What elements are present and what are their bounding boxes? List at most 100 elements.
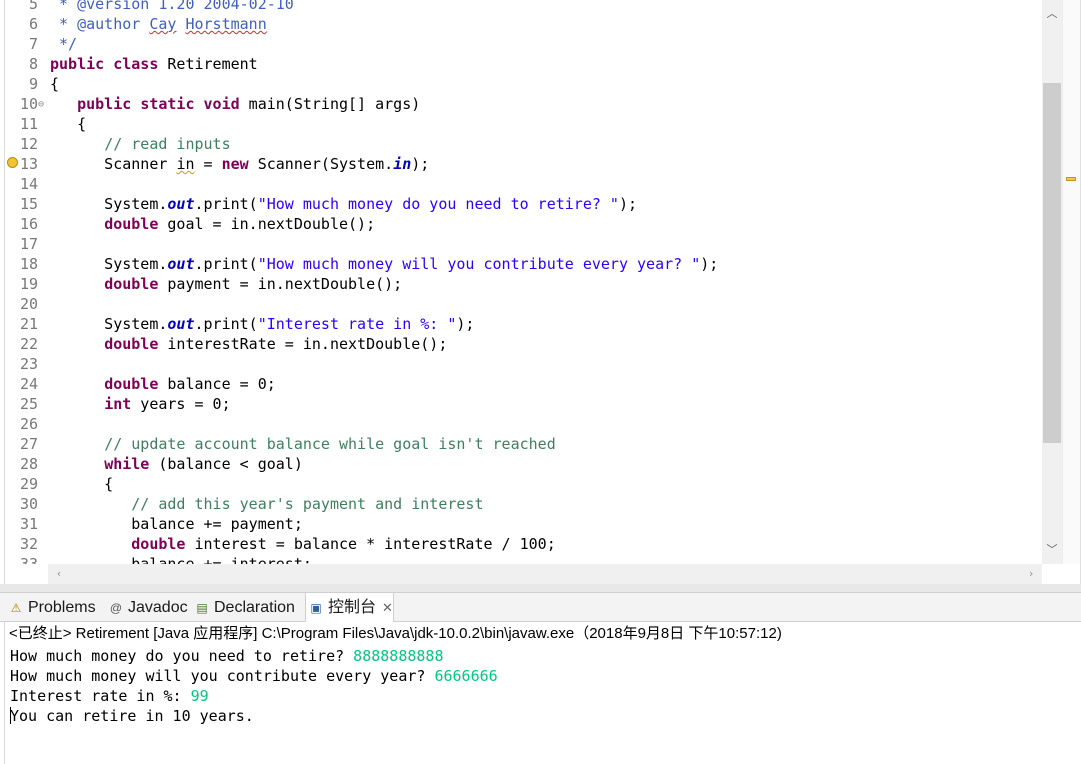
code-line[interactable]: 27 // update account balance while goal … xyxy=(0,434,1040,454)
code-token: in xyxy=(176,155,195,173)
line-number: 16 xyxy=(19,215,38,233)
line-number: 6 xyxy=(28,15,38,33)
code-line[interactable]: 17 xyxy=(0,234,1040,254)
code-token: double xyxy=(131,535,186,553)
tab-problems[interactable]: ⚠ Problems xyxy=(6,593,96,622)
scroll-right-icon[interactable]: › xyxy=(1022,564,1040,584)
code-text: public class Retirement xyxy=(50,54,258,74)
code-line[interactable]: 23 xyxy=(0,354,1040,374)
code-token: static xyxy=(140,95,195,113)
console-border xyxy=(4,622,5,764)
code-editor[interactable]: 5 * @version 1.20 2004-02-10 6 * @author … xyxy=(0,0,1081,584)
code-token: goal = in.nextDouble(); xyxy=(158,215,376,233)
code-line[interactable]: 16 double goal = in.nextDouble(); xyxy=(0,214,1040,234)
code-text: balance += interest; xyxy=(50,554,312,564)
code-line[interactable]: 26 xyxy=(0,414,1040,434)
code-token: payment = in.nextDouble(); xyxy=(158,275,403,293)
code-line[interactable]: 31 balance += payment; xyxy=(0,514,1040,534)
code-line[interactable]: 21 System.out.print("Interest rate in %:… xyxy=(0,314,1040,334)
line-number: 25 xyxy=(19,395,38,413)
warning-marker[interactable] xyxy=(1066,177,1076,181)
code-line[interactable]: 6 * @author Cay Horstmann xyxy=(0,14,1040,34)
code-token: * @version 1.20 2004-02-10 xyxy=(50,0,294,13)
fold-collapse-icon[interactable]: ⊖ xyxy=(38,95,44,115)
code-token: (balance < goal) xyxy=(149,455,303,473)
vertical-scrollbar[interactable]: ︿ ﹀ xyxy=(1042,0,1062,564)
code-token: balance += payment; xyxy=(50,515,303,533)
warning-lightbulb-icon[interactable] xyxy=(7,157,18,168)
code-token: .print( xyxy=(194,315,258,333)
code-text: int years = 0; xyxy=(50,394,230,414)
code-token: "How much money do you need to retire? " xyxy=(257,195,619,213)
code-line[interactable]: 15 System.out.print("How much money do y… xyxy=(0,194,1040,214)
console-view[interactable]: <已终止> Retirement [Java 应用程序] C:\Program … xyxy=(0,622,1081,764)
code-text: Scanner in = new Scanner(System.in); xyxy=(50,154,429,174)
code-line[interactable]: 7 */ xyxy=(0,34,1040,54)
close-icon[interactable]: ✕ xyxy=(382,593,393,622)
code-line[interactable]: 8 public class Retirement xyxy=(0,54,1040,74)
code-line[interactable]: 29 { xyxy=(0,474,1040,494)
code-line[interactable]: 13 Scanner in = new Scanner(System.in); xyxy=(0,154,1040,174)
console-line: Interest rate in %: 99 xyxy=(10,686,209,706)
code-text: * @version 1.20 2004-02-10 xyxy=(50,0,294,14)
code-line[interactable]: 12 // read inputs xyxy=(0,134,1040,154)
code-token: int xyxy=(104,395,132,413)
code-text: */ xyxy=(50,34,77,54)
code-line[interactable]: 30 // add this year's payment and intere… xyxy=(0,494,1040,514)
scrollbar-thumb[interactable] xyxy=(1043,83,1061,443)
view-tab-bar: ⚠ Problems @ Javadoc ▤ Declaration ▣ 控制台 ✕ xyxy=(0,592,1081,623)
code-line[interactable]: 9{ xyxy=(0,74,1040,94)
code-token: out xyxy=(167,195,195,213)
code-line[interactable]: 28 while (balance < goal) xyxy=(0,454,1040,474)
code-token: System. xyxy=(50,315,168,333)
line-number: 18 xyxy=(19,255,38,273)
line-number: 30 xyxy=(19,495,38,513)
tab-javadoc[interactable]: @ Javadoc xyxy=(106,593,188,622)
sash-divider[interactable] xyxy=(0,584,1081,592)
tab-console[interactable]: ▣ 控制台 ✕ xyxy=(305,593,394,623)
code-token: double xyxy=(104,275,159,293)
problems-icon: ⚠ xyxy=(10,601,22,615)
code-line[interactable]: 24 double balance = 0; xyxy=(0,374,1040,394)
code-line[interactable]: 10 ⊖ public static void main(String[] arg… xyxy=(0,94,1040,114)
scroll-left-icon[interactable]: ‹ xyxy=(50,564,68,584)
code-token: Retirement xyxy=(158,55,258,73)
code-token: interest = balance * interestRate / 100; xyxy=(185,535,556,553)
code-area[interactable]: 5 * @version 1.20 2004-02-10 6 * @author … xyxy=(0,0,1040,564)
line-number: 27 xyxy=(19,435,38,453)
code-text: { xyxy=(50,74,59,94)
tab-declaration[interactable]: ▤ Declaration xyxy=(192,593,295,622)
code-line[interactable]: 25 int years = 0; xyxy=(0,394,1040,414)
code-token: // add this year's payment and interest xyxy=(131,495,484,513)
code-line[interactable]: 5 * @version 1.20 2004-02-10 xyxy=(0,0,1040,14)
code-token: // update account balance while goal isn… xyxy=(104,435,556,453)
code-token: interestRate = in.nextDouble(); xyxy=(158,335,448,353)
scroll-down-icon[interactable]: ﹀ xyxy=(1042,540,1062,560)
code-token: balance = 0; xyxy=(158,375,276,393)
code-line[interactable]: 20 xyxy=(0,294,1040,314)
code-text: double goal = in.nextDouble(); xyxy=(50,214,375,234)
code-token: ); xyxy=(411,155,430,173)
line-number: 7 xyxy=(28,35,38,53)
code-token: double xyxy=(104,215,159,233)
code-token: System. xyxy=(50,195,168,213)
line-number: 12 xyxy=(19,135,38,153)
code-token: in xyxy=(393,155,412,173)
horizontal-scrollbar[interactable]: ‹ › xyxy=(48,564,1042,584)
code-line[interactable]: 14 xyxy=(0,174,1040,194)
code-line[interactable]: 11 { xyxy=(0,114,1040,134)
console-prompt: You can retire in 10 years. xyxy=(10,707,254,725)
code-text: public static void main(String[] args) xyxy=(50,94,420,114)
code-line[interactable]: 18 System.out.print("How much money will… xyxy=(0,254,1040,274)
code-line[interactable]: 19 double payment = in.nextDouble(); xyxy=(0,274,1040,294)
console-line: How much money will you contribute every… xyxy=(10,666,498,686)
code-line[interactable]: 32 double interest = balance * interestR… xyxy=(0,534,1040,554)
scroll-up-icon[interactable]: ︿ xyxy=(1042,4,1062,24)
code-line[interactable]: 22 double interestRate = in.nextDouble()… xyxy=(0,334,1040,354)
code-line[interactable]: 33 balance += interest; xyxy=(0,554,1040,564)
